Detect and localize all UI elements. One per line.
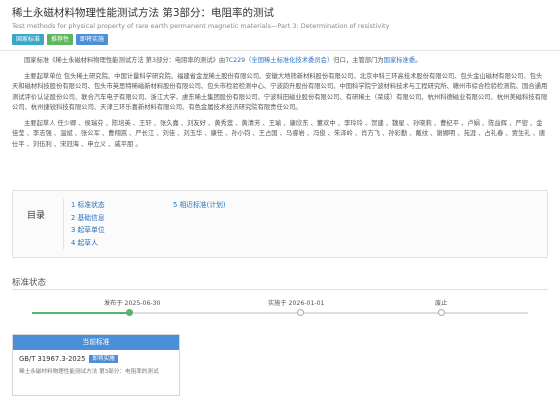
- timeline-label-published: 发布于 2025-06-30: [104, 300, 161, 307]
- standard-code[interactable]: GB/T 31967.3-2025: [19, 355, 85, 363]
- timeline-dot-published: [126, 309, 133, 316]
- timeline-label-abolished: 废止: [435, 300, 448, 307]
- intro-text: 国家标准《稀土永磁材料物理性能测试方法 第3部分：电阻率的测试》由: [24, 57, 226, 64]
- intro-text-end: 。: [415, 57, 422, 64]
- current-standard-card[interactable]: 当前标准 GB/T 31967.3-2025 即将实施 稀土永磁材料物理性能测试…: [12, 334, 180, 396]
- toc-column-2: 5 相近标准(计划): [173, 199, 226, 212]
- department-link[interactable]: 国家标准委: [384, 57, 415, 64]
- timeline-dot-effective: [297, 309, 304, 316]
- toc-item-similar-standards[interactable]: 5 相近标准(计划): [173, 199, 226, 212]
- card-description: 稀土永磁材料物理性能测试方法 第3部分：电阻率的测试: [19, 369, 159, 375]
- status-section-divider: [12, 289, 548, 290]
- page-header: 稀土永磁材料物理性能测试方法 第3部分：电阻率的测试 Test methods …: [12, 6, 548, 45]
- timeline-dot-abolished: [438, 309, 445, 316]
- page-subtitle-en: Test methods for physical property of ra…: [12, 22, 390, 30]
- card-body: GB/T 31967.3-2025 即将实施 稀土永磁材料物理性能测试方法 第3…: [13, 350, 179, 381]
- status-section-header: 标准状态: [12, 276, 548, 290]
- toc-title: 目录: [27, 211, 46, 221]
- toc-column-1: 1 标准状态 2 基础信息 3 起草单位 4 起草人: [71, 199, 105, 249]
- badge-recommended: 推荐性: [47, 34, 74, 45]
- status-timeline: 发布于 2025-06-30 实施于 2026-01-01 废止: [12, 296, 548, 320]
- page-title: 稀土永磁材料物理性能测试方法 第3部分：电阻率的测试: [12, 7, 275, 19]
- intro-paragraph: 国家标准《稀土永磁材料物理性能测试方法 第3部分：电阻率的测试》由TC229（全…: [12, 56, 548, 67]
- intro-section: 国家标准《稀土永磁材料物理性能测试方法 第3部分：电阻率的测试》由TC229（全…: [12, 56, 548, 155]
- intro-text-mid: 归口，主管部门为: [333, 57, 384, 64]
- badge-row: 国家标准 推荐性 即将实施: [12, 34, 548, 45]
- drafters-paragraph: 主要起草人 任少卿 、侯瑞芬 、陈培英 、王轩 、张久嘉 、刘友好 、黄秀莲 、…: [12, 119, 546, 148]
- toc-item-drafting-units[interactable]: 3 起草单位: [71, 224, 105, 237]
- header-divider: [0, 50, 560, 51]
- card-code-row: GB/T 31967.3-2025 即将实施: [19, 355, 173, 363]
- timeline-label-effective: 实施于 2026-01-01: [268, 300, 325, 307]
- toc-item-basic-info[interactable]: 2 基础信息: [71, 212, 105, 225]
- badge-national-standard: 国家标准: [12, 34, 45, 45]
- timeline-progress: [32, 312, 130, 314]
- toc-item-drafters[interactable]: 4 起草人: [71, 237, 105, 250]
- status-badge: 即将实施: [89, 355, 118, 363]
- committee-link[interactable]: TC229（全国稀土标准化技术委员会）: [225, 57, 333, 64]
- badge-upcoming: 即将实施: [76, 34, 109, 45]
- table-of-contents: 目录 1 标准状态 2 基础信息 3 起草单位 4 起草人 5 相近标准(计划): [12, 190, 548, 258]
- drafting-units-paragraph: 主要起草单位 包头稀土研究院、中国计量科学研究院、福建省金龙稀土股份有限公司、安…: [12, 72, 548, 112]
- card-header: 当前标准: [13, 335, 179, 350]
- toc-divider: [63, 199, 64, 249]
- status-section-title: 标准状态: [12, 278, 47, 288]
- toc-item-status[interactable]: 1 标准状态: [71, 199, 105, 212]
